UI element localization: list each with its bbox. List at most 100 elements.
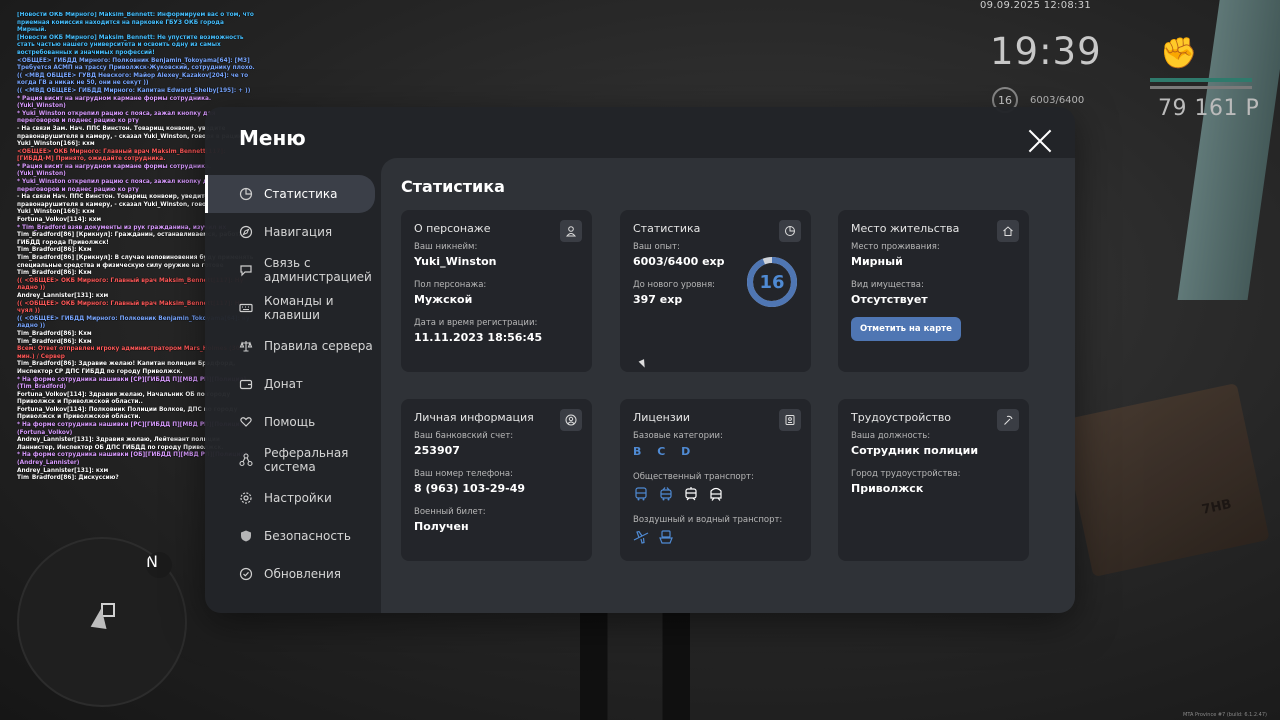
phone-value: 8 (963) 103-29-49	[414, 482, 526, 495]
mark-on-map-button[interactable]: Отметить на карте	[851, 317, 961, 341]
public-transport-icons	[633, 487, 798, 501]
registration-label: Дата и время регистрации:	[414, 318, 538, 328]
fist-icon: ✊	[1160, 36, 1198, 71]
build-version: MTA Province #7 (build: 6.1.2.47)	[1183, 712, 1267, 718]
sidebar-item-label: Связь с администрацией	[264, 256, 372, 284]
property-value: Отсутствует	[851, 293, 928, 306]
card-title: Место жительства	[851, 222, 960, 235]
phone-label: Ваш номер телефона:	[414, 469, 513, 479]
nickname-label: Ваш никнейм:	[414, 242, 478, 252]
bus-icon	[635, 487, 647, 501]
wallet-icon	[238, 376, 254, 392]
bank-value: 253907	[414, 444, 460, 457]
job-city-value: Приволжск	[851, 482, 924, 495]
residence-place-label: Место проживания:	[851, 242, 940, 252]
military-value: Получен	[414, 520, 469, 533]
menu-sidebar: Статистика Навигация Связь с администрацие…	[205, 175, 381, 593]
refresh-check-icon	[238, 566, 254, 582]
card-residence: Место жительства Место проживания: Мирны…	[838, 210, 1029, 372]
north-indicator: N	[146, 552, 172, 578]
gender-label: Пол персонажа:	[414, 280, 487, 290]
sidebar-item-label: Реферальная система	[264, 446, 349, 474]
pie-chart-icon	[779, 220, 801, 242]
hud-money: 79 161 Р	[1158, 96, 1260, 121]
sidebar-item-1[interactable]: Статистика	[205, 175, 375, 213]
content-panel: Статистика О персонаже Ваш никнейм: Yuki…	[381, 158, 1075, 613]
pie-chart-icon	[238, 186, 254, 202]
metro-icon	[710, 487, 722, 501]
level-progress-ring: 16	[745, 255, 799, 309]
pickaxe-icon	[997, 409, 1019, 431]
gear-icon	[238, 490, 254, 506]
residence-place-value: Мирный	[851, 255, 903, 268]
military-label: Военный билет:	[414, 507, 486, 517]
public-transport-label: Общественный транспорт:	[633, 472, 754, 482]
sidebar-item-6[interactable]: Донат	[205, 365, 381, 403]
air-water-transport-label: Воздушный и водный транспорт:	[633, 515, 783, 525]
sidebar-item-10[interactable]: Безопасность	[205, 517, 381, 555]
card-title: Трудоустройство	[851, 411, 952, 424]
sidebar-item-label: Донат	[264, 377, 303, 391]
position-label: Ваша должность:	[851, 431, 931, 441]
armor-bar	[1150, 86, 1252, 89]
sidebar-item-label: Настройки	[264, 491, 332, 505]
card-stats: Статистика Ваш опыт: 6003/6400 exp До но…	[620, 210, 811, 372]
close-button[interactable]	[1027, 128, 1053, 154]
position-value: Сотрудник полиции	[851, 444, 979, 457]
sidebar-item-label: Помощь	[264, 415, 316, 429]
hud-exp: 6003/6400	[1030, 95, 1085, 106]
card-title: Личная информация	[414, 411, 534, 424]
card-job: Трудоустройство Ваша должность: Сотрудни…	[838, 399, 1029, 561]
card-title: Статистика	[633, 222, 701, 235]
chat-line: (( <МВД ОБЩЕЕ> ГИБДД Мирного: Капитан Ed…	[17, 87, 251, 94]
chat-line: <ОБЩЕЕ> ГИБДД Мирного: Полковник Benjami…	[17, 57, 255, 72]
base-categories-value: B C D	[633, 445, 697, 458]
hud-time: 19:39	[990, 30, 1102, 73]
card-title: Лицензии	[633, 411, 691, 424]
airplane-icon	[633, 530, 649, 544]
compass-icon	[238, 224, 254, 240]
background-crate: 7НВ	[1060, 383, 1270, 577]
card-licenses: Лицензии Базовые категории: B C D Общест…	[620, 399, 811, 561]
id-card-icon	[779, 409, 801, 431]
sidebar-item-label: Безопасность	[264, 529, 351, 543]
health-bar	[1150, 78, 1252, 82]
sidebar-item-label: Правила сервера	[264, 339, 373, 353]
chat-line: [Новости ОКБ Мирного] Maksim_Bennett: Не…	[17, 34, 244, 56]
sidebar-item-label: Навигация	[264, 225, 333, 239]
nickname-value: Yuki_Winston	[414, 255, 497, 268]
property-label: Вид имущества:	[851, 280, 924, 290]
base-categories-label: Базовые категории:	[633, 431, 723, 441]
card-title: О персонаже	[414, 222, 491, 235]
sidebar-item-9[interactable]: Настройки	[205, 479, 381, 517]
sidebar-item-2[interactable]: Навигация	[205, 213, 381, 251]
background-player-legs	[580, 610, 690, 720]
sidebar-item-8[interactable]: Реферальная система	[205, 441, 381, 479]
registration-value: 11.11.2023 18:56:45	[414, 331, 543, 344]
network-icon	[238, 452, 254, 468]
player-arrow-icon	[90, 606, 110, 630]
chat-icon	[238, 262, 254, 278]
user-icon	[560, 220, 582, 242]
chat-line: (( <МВД ОБЩЕЕ> ГУВД Невского: Майор Alex…	[17, 72, 249, 87]
hud-date: 09.09.2025 12:08:31	[980, 0, 1092, 11]
sidebar-item-label: Статистика	[264, 187, 338, 201]
crate-label: 7НВ	[1200, 496, 1233, 518]
card-character: О персонаже Ваш никнейм: Yuki_Winston По…	[401, 210, 592, 372]
scales-icon	[238, 338, 254, 354]
shield-icon	[238, 528, 254, 544]
menu-title: Меню	[239, 126, 306, 150]
sidebar-item-3[interactable]: Связь с администрацией	[205, 251, 381, 289]
sidebar-item-4[interactable]: Команды и клавиши	[205, 289, 381, 327]
air-water-transport-icons	[633, 530, 798, 544]
sidebar-item-5[interactable]: Правила сервера	[205, 327, 381, 365]
gender-value: Мужской	[414, 293, 473, 306]
user-circle-icon	[560, 409, 582, 431]
heart-hands-icon	[238, 414, 254, 430]
sidebar-item-label: Команды и клавиши	[264, 294, 334, 322]
house-icon	[997, 220, 1019, 242]
sidebar-item-11[interactable]: Обновления	[205, 555, 381, 593]
tram-icon	[685, 487, 697, 501]
keyboard-icon	[238, 300, 254, 316]
sidebar-item-7[interactable]: Помощь	[205, 403, 381, 441]
